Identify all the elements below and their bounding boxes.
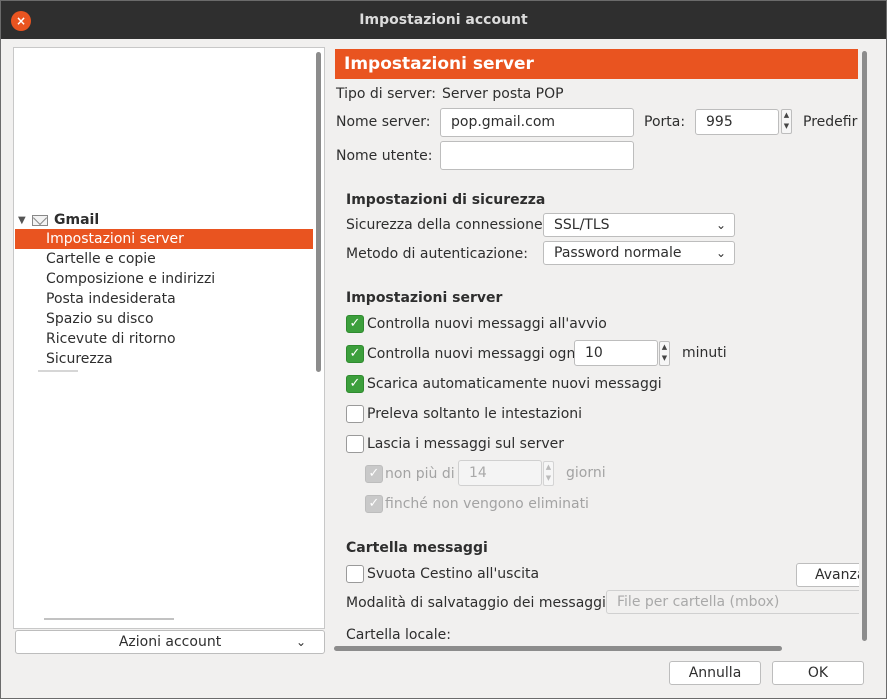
close-icon[interactable]: × bbox=[11, 11, 31, 31]
title-bar: × Impostazioni account bbox=[1, 1, 886, 39]
account-actions-label: Azioni account bbox=[118, 634, 222, 650]
tree-item-disk-space[interactable]: Spazio su disco bbox=[15, 309, 313, 329]
chevron-down-icon: ⌄ bbox=[715, 218, 726, 232]
headers-only-checkbox[interactable] bbox=[346, 405, 364, 423]
storage-type-label: Modalità di salvataggio dei messaggi: bbox=[346, 595, 611, 611]
tree-scrollbar[interactable] bbox=[316, 52, 321, 372]
server-settings-panel: Impostazioni server Tipo di server: Serv… bbox=[334, 47, 859, 641]
check-every-label[interactable]: Controlla nuovi messaggi ogni bbox=[367, 346, 579, 362]
chevron-down-icon: ⌄ bbox=[295, 635, 306, 649]
port-input[interactable]: 995 bbox=[695, 109, 779, 135]
auth-method-select[interactable]: Password normale ⌄ bbox=[543, 241, 735, 265]
page-title: Impostazioni server bbox=[335, 49, 858, 79]
account-tree: ▼ Gmail Impostazioni server Cartelle e c… bbox=[13, 47, 325, 629]
ok-button[interactable]: OK bbox=[772, 661, 864, 685]
window-title: Impostazioni account bbox=[359, 12, 528, 28]
until-deleted-label[interactable]: finché non vengono eliminati bbox=[385, 496, 589, 512]
advanced-button[interactable]: Avanza bbox=[796, 563, 859, 587]
username-input[interactable] bbox=[440, 141, 634, 170]
username-label: Nome utente: bbox=[336, 148, 433, 164]
tree-item-junk[interactable]: Posta indesiderata bbox=[15, 289, 313, 309]
chevron-down-icon: ⌄ bbox=[715, 246, 726, 260]
server-section-title: Impostazioni server bbox=[346, 290, 503, 306]
auth-method-value: Password normale bbox=[554, 245, 682, 261]
content-vertical-scrollbar[interactable] bbox=[862, 51, 867, 641]
auto-download-checkbox[interactable]: ✓ bbox=[346, 375, 364, 393]
tree-item-folders-copies[interactable]: Cartelle e copie bbox=[15, 249, 313, 269]
port-label: Porta: bbox=[644, 114, 686, 130]
check-interval-input[interactable]: 10 bbox=[574, 340, 658, 366]
connection-security-label: Sicurezza della connessione: bbox=[346, 217, 548, 233]
check-on-startup-checkbox[interactable]: ✓ bbox=[346, 315, 364, 333]
server-type-value: Server posta POP bbox=[442, 86, 564, 102]
account-name: Gmail bbox=[54, 212, 100, 228]
tree-account-gmail[interactable]: ▼ Gmail bbox=[18, 210, 99, 230]
until-deleted-checkbox[interactable]: ✓ bbox=[365, 495, 383, 513]
chevron-down-icon[interactable]: ▼ bbox=[18, 215, 32, 226]
check-on-startup-label[interactable]: Controlla nuovi messaggi all'avvio bbox=[367, 316, 607, 332]
check-interval-unit: minuti bbox=[682, 345, 727, 361]
account-actions-button[interactable]: Azioni account ⌄ bbox=[15, 630, 325, 654]
server-name-input[interactable]: pop.gmail.com bbox=[440, 108, 634, 137]
leave-on-server-checkbox[interactable] bbox=[346, 435, 364, 453]
account-settings-window: × Impostazioni account ▼ Gmail Impostazi… bbox=[0, 0, 887, 699]
server-name-label: Nome server: bbox=[336, 114, 431, 130]
empty-trash-label[interactable]: Svuota Cestino all'uscita bbox=[367, 566, 539, 582]
render-artifact bbox=[38, 370, 78, 374]
storage-type-value: File per cartella (mbox) bbox=[617, 594, 780, 610]
empty-trash-checkbox[interactable] bbox=[346, 565, 364, 583]
max-days-label[interactable]: non più di bbox=[385, 466, 455, 482]
headers-only-label[interactable]: Preleva soltanto le intestazioni bbox=[367, 406, 582, 422]
tree-item-receipts[interactable]: Ricevute di ritorno bbox=[15, 329, 313, 349]
port-stepper[interactable]: ▲ ▼ bbox=[781, 109, 792, 134]
content-horizontal-scrollbar[interactable] bbox=[334, 646, 782, 651]
max-days-input[interactable]: 14 bbox=[458, 460, 542, 486]
cancel-button[interactable]: Annulla bbox=[669, 661, 761, 685]
check-interval-stepper[interactable]: ▲ ▼ bbox=[659, 341, 670, 366]
leave-on-server-label[interactable]: Lascia i messaggi sul server bbox=[367, 436, 564, 452]
mail-account-icon bbox=[32, 214, 48, 226]
security-section-title: Impostazioni di sicurezza bbox=[346, 192, 546, 208]
default-port-label: Predefir bbox=[803, 114, 858, 130]
auto-download-label[interactable]: Scarica automaticamente nuovi messaggi bbox=[367, 376, 662, 392]
render-artifact bbox=[44, 618, 174, 624]
local-folder-label: Cartella locale: bbox=[346, 627, 451, 641]
folder-section-title: Cartella messaggi bbox=[346, 540, 488, 556]
storage-type-select[interactable]: File per cartella (mbox) bbox=[606, 590, 859, 614]
connection-security-value: SSL/TLS bbox=[554, 217, 610, 233]
max-days-checkbox[interactable]: ✓ bbox=[365, 465, 383, 483]
max-days-unit: giorni bbox=[566, 465, 606, 481]
tree-item-composition[interactable]: Composizione e indirizzi bbox=[15, 269, 313, 289]
connection-security-select[interactable]: SSL/TLS ⌄ bbox=[543, 213, 735, 237]
tree-item-security[interactable]: Sicurezza bbox=[15, 349, 313, 369]
max-days-stepper[interactable]: ▲ ▼ bbox=[543, 461, 554, 486]
tree-item-server-settings[interactable]: Impostazioni server bbox=[15, 229, 313, 249]
auth-method-label: Metodo di autenticazione: bbox=[346, 246, 528, 262]
server-type-label: Tipo di server: bbox=[336, 86, 436, 102]
check-every-checkbox[interactable]: ✓ bbox=[346, 345, 364, 363]
